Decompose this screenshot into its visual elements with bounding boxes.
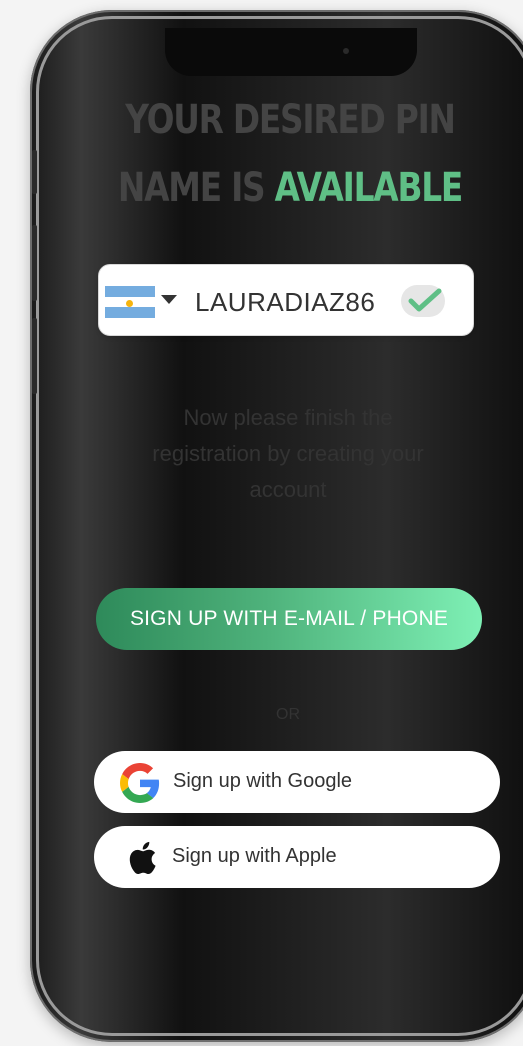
volume-down-button [32,318,37,394]
signup-google-button[interactable]: Sign up with Google [94,751,500,813]
apple-label: Sign up with Apple [172,845,337,867]
chevron-down-icon[interactable] [161,295,177,304]
title-accent: AVAILABLE [274,165,464,211]
or-divider: OR [276,706,300,723]
phone-notch [165,28,417,76]
volume-up-button [32,225,37,301]
title-prefix: NAME IS [117,165,275,211]
argentina-flag-icon[interactable] [105,286,155,318]
check-icon [401,285,445,317]
pin-name-field[interactable]: LAURADIAZ86 [98,264,474,336]
apple-icon [129,841,156,875]
page-title-line2: NAME IS AVAILABLE [101,164,478,212]
google-label: Sign up with Google [173,770,353,792]
camera-icon [343,48,349,54]
signup-apple-button[interactable]: Sign up with Apple [94,826,500,888]
page-title-line1: YOUR DESIRED PIN [125,97,456,143]
signup-email-phone-button[interactable]: SIGN UP WITH E-MAIL / PHONE [96,588,482,650]
mute-switch [32,150,37,194]
pin-name-value: LAURADIAZ86 [195,287,376,317]
instruction-text: Now please finish the registration by cr… [152,405,424,502]
google-icon [120,763,160,803]
